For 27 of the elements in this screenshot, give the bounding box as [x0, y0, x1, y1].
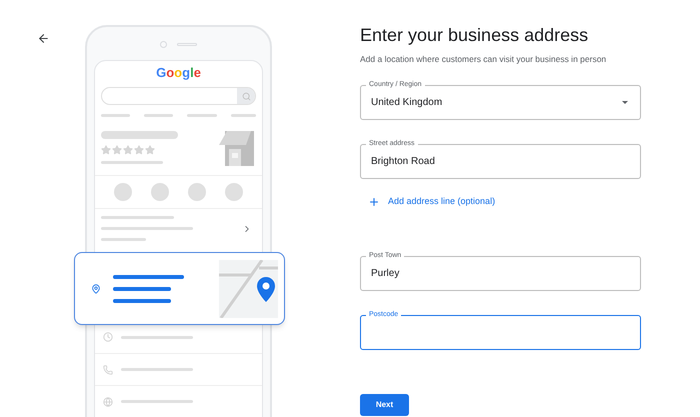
subtitle: Add a location where customers can visit your business in person [360, 53, 608, 66]
globe-icon [103, 396, 113, 406]
page-title: Enter your business address [360, 24, 590, 46]
location-pin-icon [91, 284, 101, 294]
field-value: United Kingdom [371, 96, 442, 110]
storefront-icon [219, 131, 256, 166]
placeholder-bar [113, 274, 184, 278]
placeholder-bar [113, 298, 171, 302]
field-value: Purley [371, 266, 400, 281]
star-icon [134, 145, 144, 155]
star-icon [123, 145, 133, 155]
field-value: Brighton Road [371, 154, 435, 169]
add-address-line-link[interactable]: Add address line (optional) [368, 194, 641, 209]
dropdown-caret-icon [622, 100, 628, 104]
clock-icon [103, 332, 113, 342]
star-icon [145, 145, 155, 155]
plus-icon [368, 196, 380, 208]
star-icon [101, 145, 111, 155]
back-arrow-icon[interactable] [37, 32, 50, 45]
placeholder-bar [113, 286, 171, 290]
map-thumbnail-drawing [219, 260, 278, 318]
star-icon [112, 145, 122, 155]
search-icon [242, 92, 250, 100]
next-button[interactable]: Next [360, 394, 409, 416]
camera-icon [160, 40, 167, 48]
logo-text: Google [155, 65, 202, 81]
phone-icon [103, 364, 113, 374]
